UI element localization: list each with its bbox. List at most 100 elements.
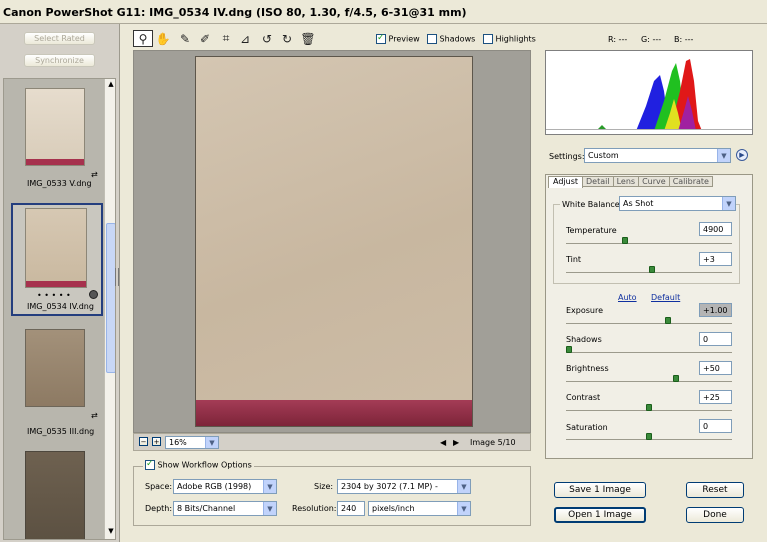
chevron-down-icon: ▼ [717, 149, 730, 162]
synchronize-button[interactable]: Synchronize [24, 54, 95, 67]
shadows-slider[interactable] [566, 346, 732, 353]
temperature-slider[interactable] [566, 237, 732, 244]
depth-select[interactable]: 8 Bits/Channel ▼ [173, 501, 277, 516]
reset-button[interactable]: Reset [686, 482, 744, 498]
filmstrip-panel: Select Rated Synchronize ⇄ IMG_0533 V.dn… [0, 24, 120, 542]
tab-lens[interactable]: Lens [613, 176, 640, 187]
exposure-label: Exposure [566, 306, 604, 315]
tab-calibrate[interactable]: Calibrate [669, 176, 713, 187]
zoom-level-select[interactable]: 16% ▼ [165, 436, 219, 449]
zoom-in-button[interactable]: + [152, 437, 161, 446]
tab-detail[interactable]: Detail [583, 176, 614, 187]
scroll-thumb[interactable] [106, 223, 115, 373]
tab-adjust[interactable]: Adjust [548, 176, 584, 188]
open-image-button[interactable]: Open 1 Image [554, 507, 646, 523]
show-workflow-checkbox[interactable]: Show Workflow Options [143, 459, 254, 470]
tab-bar: Adjust Detail Lens Curve Calibrate [548, 176, 713, 188]
rotate-left-icon[interactable]: ↺ [257, 30, 277, 47]
sidecar-badge-icon [89, 290, 98, 299]
slider-thumb[interactable] [649, 266, 656, 273]
chevron-down-icon: ▼ [457, 480, 470, 493]
next-image-icon[interactable]: ▶ [453, 438, 459, 447]
filmstrip-item[interactable]: ⇄ IMG_0535 III.dng [11, 325, 103, 438]
workflow-options-group [133, 466, 531, 526]
temperature-label: Temperature [566, 226, 617, 235]
trash-icon[interactable]: 🗑 [298, 30, 318, 47]
depth-label: Depth: [145, 504, 173, 513]
chevron-down-icon: ▼ [457, 502, 470, 515]
slider-thumb[interactable] [665, 317, 672, 324]
brightness-input[interactable]: +50 [699, 361, 732, 375]
default-link[interactable]: Default [651, 293, 680, 302]
slider-thumb[interactable] [646, 404, 652, 411]
space-select[interactable]: Adobe RGB (1998) ▼ [173, 479, 277, 494]
slider-thumb[interactable] [622, 237, 628, 244]
scroll-up-icon[interactable]: ▲ [106, 80, 115, 90]
auto-link[interactable]: Auto [618, 293, 637, 302]
crop-icon[interactable]: ⌗ [216, 30, 236, 47]
white-balance-icon[interactable]: ✎ [175, 30, 195, 47]
slider-thumb[interactable] [646, 433, 652, 440]
contrast-slider[interactable] [566, 404, 732, 411]
saturation-slider[interactable] [566, 433, 732, 440]
brightness-slider[interactable] [566, 375, 732, 382]
resolution-input[interactable]: 240 [337, 501, 365, 516]
saturation-input[interactable]: 0 [699, 419, 732, 433]
size-select[interactable]: 2304 by 3072 (7.1 MP) - ▼ [337, 479, 471, 494]
color-sampler-icon[interactable]: ✐ [195, 30, 215, 47]
temperature-input[interactable]: 4900 [699, 222, 732, 236]
tab-curve[interactable]: Curve [639, 176, 670, 187]
preview-checkbox[interactable]: Preview [376, 33, 420, 44]
contrast-label: Contrast [566, 393, 601, 402]
chevron-down-icon: ▼ [722, 197, 735, 210]
hand-icon[interactable]: ✋ [153, 30, 173, 47]
exposure-slider[interactable] [566, 317, 732, 324]
straighten-icon[interactable]: ⊿ [235, 30, 255, 47]
sidecar-icon: ⇄ [91, 411, 98, 420]
zoom-icon[interactable]: ⚲ [133, 30, 153, 47]
prev-image-icon[interactable]: ◀ [440, 438, 446, 447]
g-readout: G: --- [641, 35, 662, 44]
panel-splitter[interactable] [115, 268, 119, 286]
slider-thumb[interactable] [673, 375, 680, 382]
space-label: Space: [145, 482, 173, 491]
filmstrip-item[interactable] [11, 447, 103, 539]
thumbnail-image [25, 208, 87, 288]
settings-label: Settings: [549, 152, 585, 161]
exposure-input[interactable]: +1.00 [699, 303, 732, 317]
shadows-clipping-checkbox[interactable]: Shadows [427, 34, 475, 44]
scroll-down-icon[interactable]: ▼ [106, 527, 115, 537]
tint-slider[interactable] [566, 266, 732, 273]
chevron-down-icon: ▼ [263, 502, 276, 515]
zoom-out-button[interactable]: − [139, 437, 148, 446]
tint-label: Tint [566, 255, 582, 264]
settings-select[interactable]: Custom ▼ [584, 148, 731, 163]
chevron-down-icon: ▼ [205, 437, 218, 448]
star-rating[interactable]: • • • • • [37, 291, 71, 300]
white-balance-label: White Balance: [560, 200, 625, 209]
select-rated-button[interactable]: Select Rated [24, 32, 95, 45]
histogram [545, 50, 753, 135]
rotate-right-icon[interactable]: ↻ [277, 30, 297, 47]
filmstrip-item-name: IMG_0535 III.dng [27, 427, 95, 436]
contrast-input[interactable]: +25 [699, 390, 732, 404]
filmstrip-scrollbar[interactable]: ▲ ▼ [104, 79, 115, 539]
chevron-down-icon: ▼ [263, 480, 276, 493]
preview-check-icon[interactable] [376, 33, 386, 44]
resolution-label: Resolution: [292, 504, 337, 513]
shadows-input[interactable]: 0 [699, 332, 732, 346]
filmstrip-item[interactable]: ⇄ IMG_0533 V.dng [11, 84, 103, 197]
settings-menu-icon[interactable]: ▶ [736, 149, 748, 161]
done-button[interactable]: Done [686, 507, 744, 523]
thumbnail-image [25, 329, 85, 407]
window-title: Canon PowerShot G11: IMG_0534 IV.dng (IS… [0, 0, 767, 24]
highlights-clipping-checkbox[interactable]: Highlights [483, 34, 536, 44]
slider-thumb[interactable] [566, 346, 572, 353]
tint-input[interactable]: +3 [699, 252, 732, 266]
white-balance-select[interactable]: As Shot ▼ [619, 196, 736, 211]
save-image-button[interactable]: Save 1 Image [554, 482, 646, 498]
preview-image [195, 56, 473, 427]
preview-area[interactable] [133, 50, 531, 433]
filmstrip-item-selected[interactable]: • • • • • IMG_0534 IV.dng [11, 203, 103, 316]
resolution-unit-select[interactable]: pixels/inch ▼ [368, 501, 471, 516]
